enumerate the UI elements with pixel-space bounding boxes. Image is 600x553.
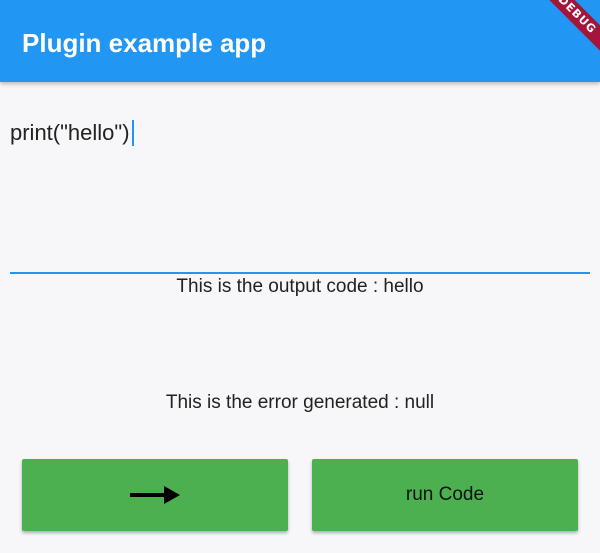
error-output-text: This is the error generated : null xyxy=(165,392,435,413)
arrow-button[interactable] xyxy=(22,459,288,531)
run-code-button[interactable]: run Code xyxy=(312,459,578,531)
app-bar: Plugin example app DEBUG xyxy=(0,0,600,82)
output-code-text: This is the output code : hello xyxy=(176,276,424,297)
arrow-right-icon xyxy=(130,486,180,504)
run-code-label: run Code xyxy=(405,484,485,505)
code-input-field[interactable]: print("hello") xyxy=(10,112,590,274)
debug-banner: DEBUG xyxy=(531,0,600,61)
code-input-value: print("hello") xyxy=(10,120,130,145)
app-title: Plugin example app xyxy=(22,28,267,58)
code-input-text[interactable]: print("hello") xyxy=(10,118,134,148)
text-caret xyxy=(131,119,134,146)
